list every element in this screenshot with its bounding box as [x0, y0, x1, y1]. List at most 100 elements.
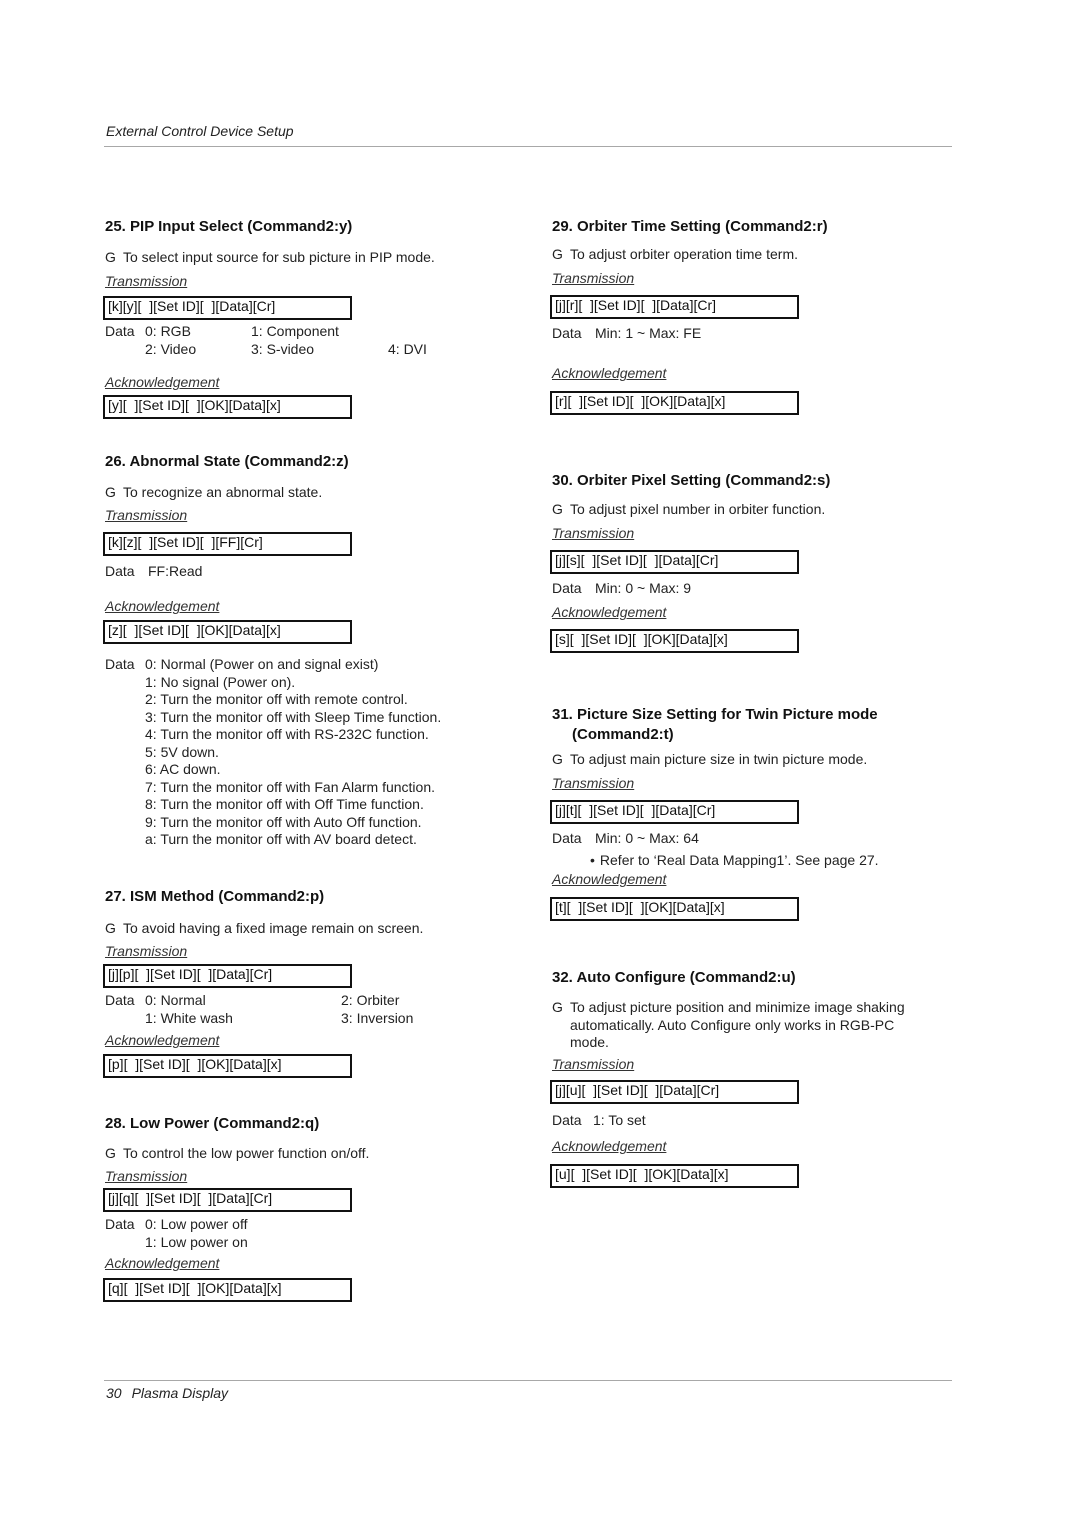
acknowledgement-command-box: [r][ ][Set ID][ ][OK][Data][x] [550, 391, 799, 415]
list-item: 3: Turn the monitor off with Sleep Time … [145, 708, 442, 725]
data-label: Data [105, 563, 135, 579]
transmission-label: Transmission [105, 943, 188, 959]
acknowledgement-label: Acknowledgement [552, 1138, 667, 1154]
acknowledgement-label: Acknowledgement [105, 374, 220, 390]
section-28-title: 28. Low Power (Command2:q) [105, 1115, 320, 1132]
list-item: 5: 5V down. [145, 743, 219, 760]
bullet-icon: G [552, 999, 563, 1015]
acknowledgement-label: Acknowledgement [105, 1255, 220, 1271]
transmission-command-box: [j][s][ ][Set ID][ ][Data][Cr] [550, 550, 799, 574]
section-26-desc: G To recognize an abnormal state. [105, 484, 323, 500]
section-30-title: 30. Orbiter Pixel Setting (Command2:s) [552, 472, 831, 489]
data-value: 1: White wash [145, 1010, 233, 1026]
data-value: 1: Component [251, 323, 339, 339]
data-label: Data [552, 325, 582, 341]
data-value: Min: 0 ~ Max: 9 [595, 580, 692, 596]
transmission-command-box: [k][y][ ][Set ID][ ][Data][Cr] [103, 296, 352, 320]
data-label: Data [105, 656, 135, 672]
bullet-icon: G [105, 1145, 116, 1161]
acknowledgement-command-box: [u][ ][Set ID][ ][OK][Data][x] [550, 1164, 799, 1188]
data-value: Min: 0 ~ Max: 64 [595, 830, 699, 846]
section-25-title: 25. PIP Input Select (Command2:y) [105, 218, 353, 235]
acknowledgement-command-box: [q][ ][Set ID][ ][OK][Data][x] [103, 1278, 352, 1302]
transmission-label: Transmission [552, 775, 635, 791]
data-value: 0: Normal [145, 992, 206, 1008]
data-value: 1: Low power on [145, 1234, 248, 1250]
acknowledgement-command-box: [t][ ][Set ID][ ][OK][Data][x] [550, 897, 799, 921]
data-value: 3: S-video [251, 341, 315, 357]
acknowledgement-command-box: [y][ ][Set ID][ ][OK][Data][x] [103, 395, 352, 419]
transmission-command-box: [k][z][ ][Set ID][ ][FF][Cr] [103, 532, 352, 556]
acknowledgement-command-box: [p][ ][Set ID][ ][OK][Data][x] [103, 1054, 352, 1078]
section-31-title-cont: (Command2:t) [572, 726, 674, 743]
list-item: 0: Normal (Power on and signal exist) [145, 656, 379, 672]
transmission-label: Transmission [105, 1168, 188, 1184]
list-item: 2: Turn the monitor off with remote cont… [145, 691, 408, 707]
section-31-title: 31. Picture Size Setting for Twin Pictur… [552, 706, 878, 723]
transmission-command-box: [j][r][ ][Set ID][ ][Data][Cr] [550, 295, 799, 319]
running-head: External Control Device Setup [106, 123, 294, 139]
section-27-title: 27. ISM Method (Command2:p) [105, 888, 325, 905]
section-26-title: 26. Abnormal State (Command2:z) [105, 453, 349, 470]
page-number: 30 [106, 1385, 122, 1401]
transmission-command-box: [j][q][ ][Set ID][ ][Data][Cr] [103, 1188, 352, 1212]
bullet-dot-icon: • [590, 852, 595, 868]
section-31-desc: G To adjust main picture size in twin pic… [552, 751, 868, 767]
data-label: Data [105, 1216, 135, 1232]
transmission-command-box: [j][t][ ][Set ID][ ][Data][Cr] [550, 800, 799, 824]
transmission-label: Transmission [552, 270, 635, 286]
section-27-desc: G To avoid having a fixed image remain on… [105, 920, 424, 936]
list-item: 6: AC down. [145, 761, 221, 777]
acknowledgement-label: Acknowledgement [105, 1032, 220, 1048]
bullet-icon: G [105, 249, 116, 265]
bullet-icon: G [552, 501, 563, 517]
section-25-desc: G To select input source for sub picture … [105, 249, 435, 265]
acknowledgement-label: Acknowledgement [552, 871, 667, 887]
data-value: 3: Inversion [341, 1010, 414, 1026]
bullet-icon: G [552, 246, 563, 262]
data-label: Data [552, 830, 582, 846]
data-value: 2: Video [145, 341, 197, 357]
data-label: Data [552, 1112, 582, 1128]
list-item: 1: No signal (Power on). [145, 673, 296, 690]
acknowledgement-label: Acknowledgement [105, 598, 220, 614]
transmission-label: Transmission [105, 507, 188, 523]
data-value: Min: 1 ~ Max: FE [595, 325, 702, 341]
data-value: FF:Read [148, 563, 203, 579]
data-label: Data [105, 323, 135, 339]
data-value: 0: Low power off [145, 1216, 248, 1232]
section-32-desc: G To adjust picture position and minimize… [552, 999, 905, 1050]
acknowledgement-command-box: [z][ ][Set ID][ ][OK][Data][x] [103, 620, 352, 644]
transmission-label: Transmission [105, 273, 188, 289]
note: • Refer to ‘Real Data Mapping1’. See page… [590, 852, 879, 868]
data-value: 4: DVI [388, 341, 427, 357]
list-item: a: Turn the monitor off with AV board de… [145, 831, 417, 847]
acknowledgement-label: Acknowledgement [552, 604, 667, 620]
acknowledgement-label: Acknowledgement [552, 365, 667, 381]
footer-title: Plasma Display [131, 1385, 229, 1401]
abnormal-state-list: 0: Normal (Power on and signal exist) 1:… [145, 656, 441, 849]
data-value: 0: RGB [145, 323, 191, 339]
section-29-title: 29. Orbiter Time Setting (Command2:r) [552, 218, 828, 235]
section-32-title: 32. Auto Configure (Command2:u) [552, 969, 796, 986]
list-item: 7: Turn the monitor off with Fan Alarm f… [145, 778, 435, 795]
data-label: Data [105, 992, 135, 1008]
data-label: Data [552, 580, 582, 596]
bullet-icon: G [552, 751, 563, 767]
data-value: 1: To set [593, 1112, 646, 1128]
acknowledgement-command-box: [s][ ][Set ID][ ][OK][Data][x] [550, 629, 799, 653]
section-29-desc: G To adjust orbiter operation time term. [552, 246, 798, 262]
header-rule [104, 146, 952, 147]
list-item: 9: Turn the monitor off with Auto Off fu… [145, 813, 422, 830]
transmission-command-box: [j][p][ ][Set ID][ ][Data][Cr] [103, 964, 352, 988]
data-value: 2: Orbiter [341, 992, 400, 1008]
list-item: 8: Turn the monitor off with Off Time fu… [145, 796, 424, 812]
bullet-icon: G [105, 484, 116, 500]
bullet-icon: G [105, 920, 116, 936]
transmission-command-box: [j][u][ ][Set ID][ ][Data][Cr] [550, 1080, 799, 1104]
section-30-desc: G To adjust pixel number in orbiter funct… [552, 501, 826, 517]
transmission-label: Transmission [552, 1056, 635, 1072]
list-item: 4: Turn the monitor off with RS-232C fun… [145, 726, 429, 742]
footer-rule [104, 1380, 952, 1381]
footer: 30 Plasma Display [106, 1385, 228, 1401]
